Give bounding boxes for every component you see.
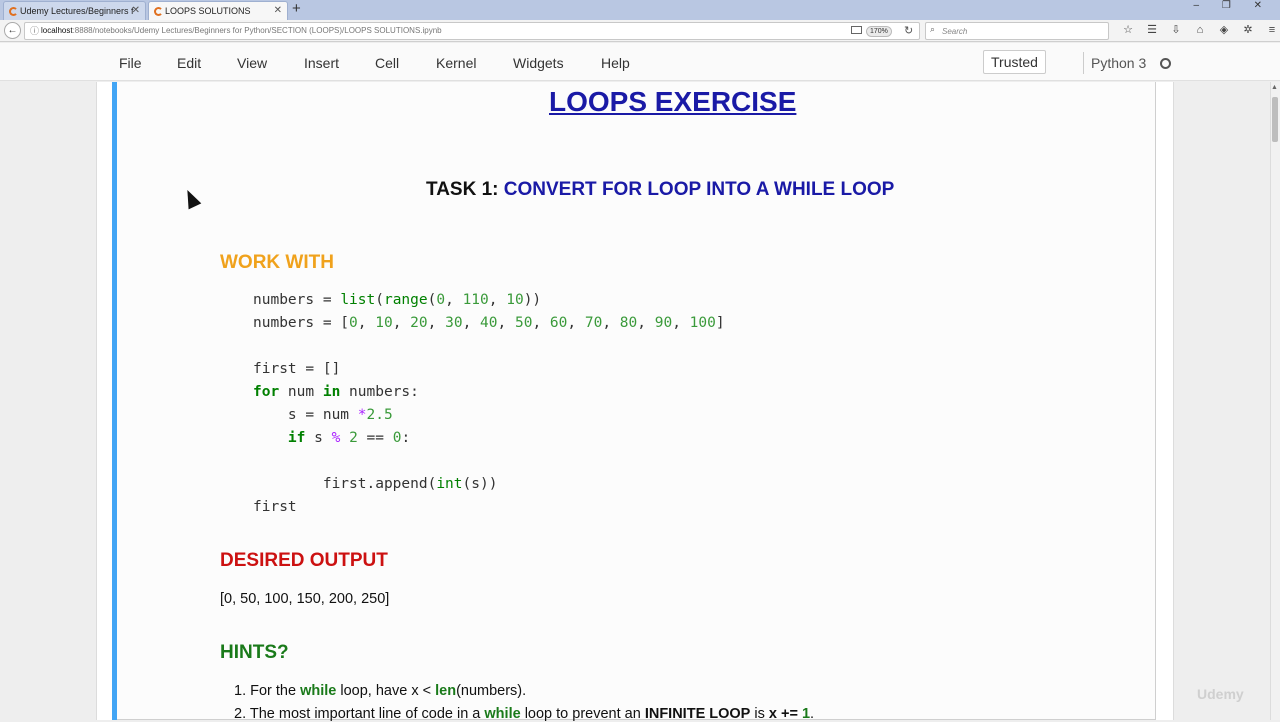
browser-tab-bar: Udemy Lectures/Beginners f ✕ LOOPS SOLUT… xyxy=(0,0,1280,20)
work-with-heading: WORK WITH xyxy=(220,252,334,273)
menu-widgets[interactable]: Widgets xyxy=(513,55,564,71)
home-icon[interactable]: ⌂ xyxy=(1188,24,1212,36)
code-line: first.append(int(s)) xyxy=(253,476,498,492)
task-heading: TASK 1: CONVERT FOR LOOP INTO A WHILE LO… xyxy=(426,179,895,200)
bookmark-star-icon[interactable]: ☆ xyxy=(1116,23,1140,36)
page-title: LOOPS EXERCISE xyxy=(549,86,797,117)
hints-heading: HINTS? xyxy=(220,642,289,663)
desired-output-value: [0, 50, 100, 150, 200, 250] xyxy=(220,591,390,607)
menu-file[interactable]: File xyxy=(119,55,142,71)
tab-label: LOOPS SOLUTIONS xyxy=(165,6,251,16)
jupyter-favicon-icon xyxy=(9,7,18,16)
url-bar[interactable]: ⓘ localhost:8888/notebooks/Udemy Lecture… xyxy=(24,22,920,40)
kernel-status-icon xyxy=(1160,58,1171,69)
zoom-level[interactable]: 170% xyxy=(866,26,892,37)
hint-item: 1. For the while loop, have x < len(numb… xyxy=(234,683,527,699)
extension-icon[interactable]: ✲ xyxy=(1236,23,1260,36)
back-icon[interactable]: ← xyxy=(4,22,21,39)
close-icon[interactable]: ✕ xyxy=(274,2,282,20)
code-line: if s % 2 == 0: xyxy=(287,430,411,446)
markdown-cell[interactable] xyxy=(112,82,1156,720)
divider xyxy=(1083,52,1084,74)
browser-tab[interactable]: Udemy Lectures/Beginners f ✕ xyxy=(3,1,146,20)
pocket-icon[interactable]: ◈ xyxy=(1212,23,1236,36)
jupyter-menu-bar: File Edit View Insert Cell Kernel Widget… xyxy=(0,43,1280,81)
reload-icon[interactable]: ↻ xyxy=(904,24,913,37)
navigation-bar: ← ⓘ localhost:8888/notebooks/Udemy Lectu… xyxy=(0,20,1280,42)
trusted-badge[interactable]: Trusted xyxy=(983,50,1046,74)
close-icon[interactable]: ✕ xyxy=(132,2,140,20)
menu-cell[interactable]: Cell xyxy=(375,55,399,71)
search-placeholder: Search xyxy=(942,27,968,36)
menu-edit[interactable]: Edit xyxy=(177,55,201,71)
new-tab-icon[interactable]: + xyxy=(292,0,301,18)
desired-output-heading: DESIRED OUTPUT xyxy=(220,550,388,571)
scrollbar-thumb[interactable] xyxy=(1272,97,1278,142)
tab-label: Udemy Lectures/Beginners f xyxy=(20,6,134,16)
menu-icon[interactable]: ≡ xyxy=(1260,24,1280,36)
code-line: s = num *2.5 xyxy=(253,407,393,423)
menu-help[interactable]: Help xyxy=(601,55,630,71)
menu-insert[interactable]: Insert xyxy=(304,55,339,71)
kernel-name[interactable]: Python 3 xyxy=(1091,55,1146,71)
scroll-up-icon[interactable]: ▲ xyxy=(1271,84,1278,91)
reader-view-icon[interactable] xyxy=(851,26,862,34)
browser-toolbar: ☆ ☰ ⇩ ⌂ ◈ ✲ ≡ xyxy=(1116,23,1280,36)
search-input[interactable]: ⌕ Search xyxy=(925,22,1109,40)
code-line: numbers = list(range(0, 110, 10)) xyxy=(253,292,542,308)
selected-cell-indicator xyxy=(112,82,117,720)
menu-kernel[interactable]: Kernel xyxy=(436,55,476,71)
window-controls[interactable]: – ❐ ✕ xyxy=(1194,0,1272,12)
info-icon[interactable]: ⓘ xyxy=(30,24,39,37)
bookmarks-list-icon[interactable]: ☰ xyxy=(1140,23,1164,36)
search-icon: ⌕ xyxy=(930,24,936,34)
download-icon[interactable]: ⇩ xyxy=(1164,23,1188,36)
code-line: numbers = [0, 10, 20, 30, 40, 50, 60, 70… xyxy=(253,315,725,331)
code-line: first xyxy=(253,499,297,515)
scrollbar[interactable] xyxy=(1270,82,1280,720)
code-line: for num in numbers: xyxy=(253,384,419,400)
browser-tab-active[interactable]: LOOPS SOLUTIONS ✕ xyxy=(148,1,288,20)
url-text: localhost:8888/notebooks/Udemy Lectures/… xyxy=(41,26,442,35)
menu-view[interactable]: View xyxy=(237,55,267,71)
code-line: first = [] xyxy=(253,361,341,377)
udemy-watermark: Udemy xyxy=(1197,686,1244,702)
jupyter-favicon-icon xyxy=(154,7,163,16)
